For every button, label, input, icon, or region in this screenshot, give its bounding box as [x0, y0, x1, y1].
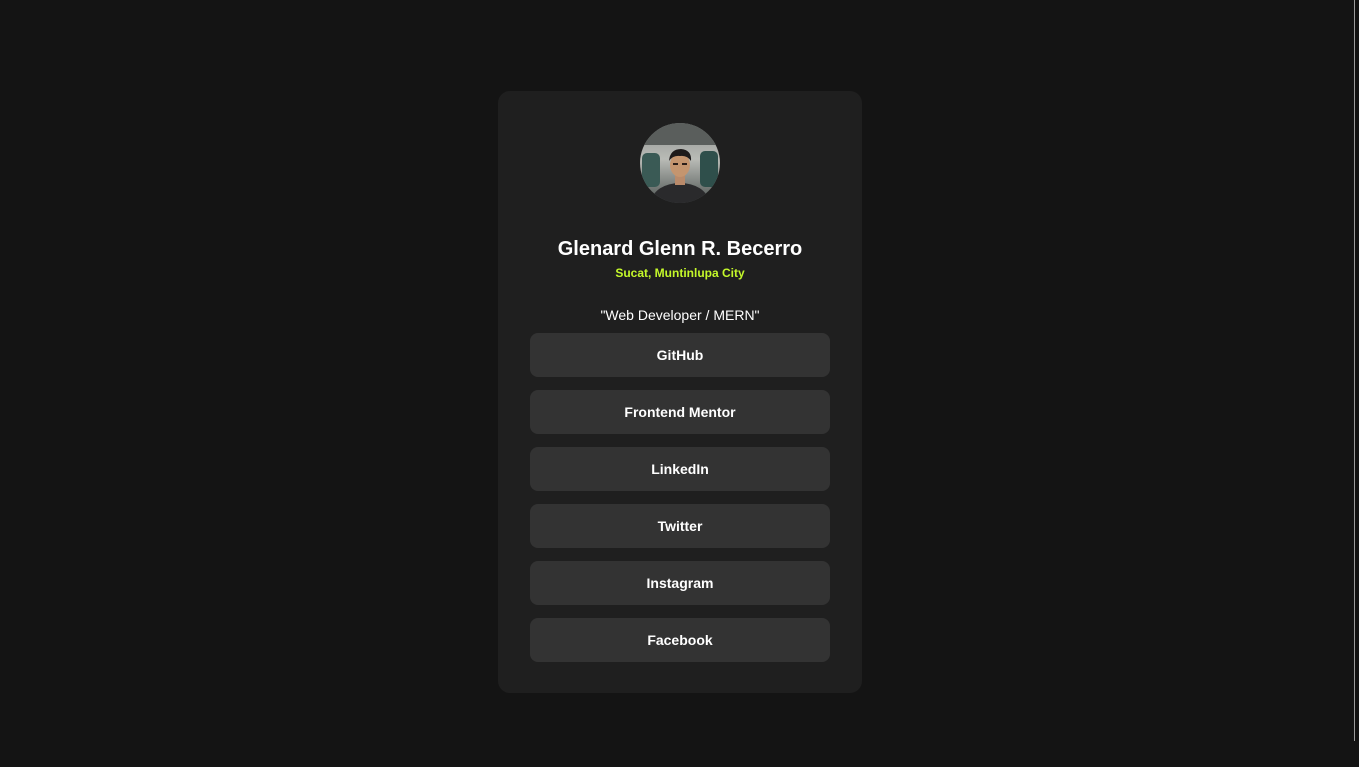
vertical-scrollbar[interactable] — [1354, 0, 1359, 741]
github-link-button[interactable]: GitHub — [530, 333, 830, 377]
linkedin-link-button[interactable]: LinkedIn — [530, 447, 830, 491]
profile-bio: "Web Developer / MERN" — [600, 307, 760, 323]
frontend-mentor-link-button[interactable]: Frontend Mentor — [530, 390, 830, 434]
list-item: LinkedIn — [530, 447, 830, 491]
facebook-link-button[interactable]: Facebook — [530, 618, 830, 662]
list-item: Instagram — [530, 561, 830, 605]
avatar-photo — [640, 123, 720, 203]
instagram-link-button[interactable]: Instagram — [530, 561, 830, 605]
social-links-list: GitHub Frontend Mentor LinkedIn Twitter … — [530, 333, 830, 675]
profile-card: Glenard Glenn R. Becerro Sucat, Muntinlu… — [498, 91, 862, 693]
profile-name: Glenard Glenn R. Becerro — [557, 238, 803, 261]
profile-location: Sucat, Muntinlupa City — [615, 266, 745, 280]
avatar — [640, 123, 720, 203]
list-item: Twitter — [530, 504, 830, 548]
list-item: Facebook — [530, 618, 830, 662]
list-item: Frontend Mentor — [530, 390, 830, 434]
twitter-link-button[interactable]: Twitter — [530, 504, 830, 548]
list-item: GitHub — [530, 333, 830, 377]
